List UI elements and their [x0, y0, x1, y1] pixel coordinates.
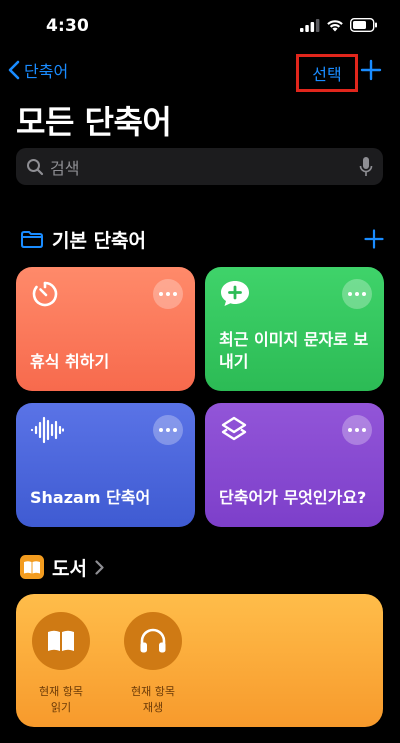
shortcuts-layers-icon: [219, 415, 249, 449]
books-app-icon: [20, 555, 44, 579]
back-button[interactable]: 단축어: [8, 58, 68, 82]
more-options-button[interactable]: [153, 415, 183, 445]
add-to-folder-icon[interactable]: [364, 229, 384, 249]
shortcut-tile-what-is-shortcut[interactable]: 단축어가 무엇인가요?: [205, 403, 384, 527]
starter-shortcuts-header: 기본 단축어: [20, 225, 384, 253]
books-section-header[interactable]: 도서: [20, 553, 104, 581]
plus-icon: [360, 59, 382, 81]
chevron-left-icon: [8, 60, 20, 80]
more-options-button[interactable]: [153, 279, 183, 309]
read-current-item-button[interactable]: 현재 항목 읽기: [21, 612, 101, 716]
search-placeholder: 검색: [50, 158, 80, 178]
headphones-icon: [124, 612, 182, 670]
status-time: 4:30: [46, 16, 90, 36]
books-actions-card: 현재 항목 읽기 현재 항목 재생: [16, 594, 383, 727]
more-options-button[interactable]: [342, 279, 372, 309]
action-label: 현재 항목 재생: [131, 685, 175, 714]
books-section-title: 도서: [52, 557, 87, 580]
back-button-label: 단축어: [24, 62, 69, 81]
open-book-icon: [32, 612, 90, 670]
tile-label: 최근 이미지 문자로 보내기: [219, 330, 369, 371]
more-options-button[interactable]: [342, 415, 372, 445]
navigation-bar: 단축어 선택: [0, 54, 400, 92]
folder-icon: [21, 230, 43, 248]
play-current-item-button[interactable]: 현재 항목 재생: [113, 612, 193, 716]
tile-label: 단축어가 무엇인가요?: [219, 488, 367, 507]
message-plus-icon: [219, 279, 251, 313]
tile-label: 휴식 취하기: [30, 352, 110, 371]
waveform-icon: [30, 415, 65, 449]
microphone-icon[interactable]: [359, 156, 373, 178]
tile-label: Shazam 단축어: [30, 488, 151, 507]
section-title: 기본 단축어: [52, 229, 147, 252]
status-icons: [300, 18, 378, 32]
shortcut-tile-take-a-break[interactable]: 휴식 취하기: [16, 267, 195, 391]
select-button[interactable]: 선택: [296, 54, 358, 92]
wifi-icon: [327, 19, 343, 31]
battery-icon: [350, 18, 377, 32]
timer-icon: [30, 279, 60, 313]
action-label: 현재 항목 읽기: [39, 685, 83, 714]
shortcut-tile-text-last-image[interactable]: 최근 이미지 문자로 보내기: [205, 267, 384, 391]
search-input[interactable]: 검색: [16, 148, 383, 185]
status-bar: 4:30: [0, 0, 400, 52]
shortcut-tile-shazam[interactable]: Shazam 단축어: [16, 403, 195, 527]
page-title: 모든 단축어: [16, 103, 172, 141]
search-icon: [27, 158, 44, 175]
cellular-signal-icon: [300, 18, 320, 32]
chevron-right-icon: [95, 559, 104, 575]
add-shortcut-button[interactable]: [360, 59, 382, 85]
